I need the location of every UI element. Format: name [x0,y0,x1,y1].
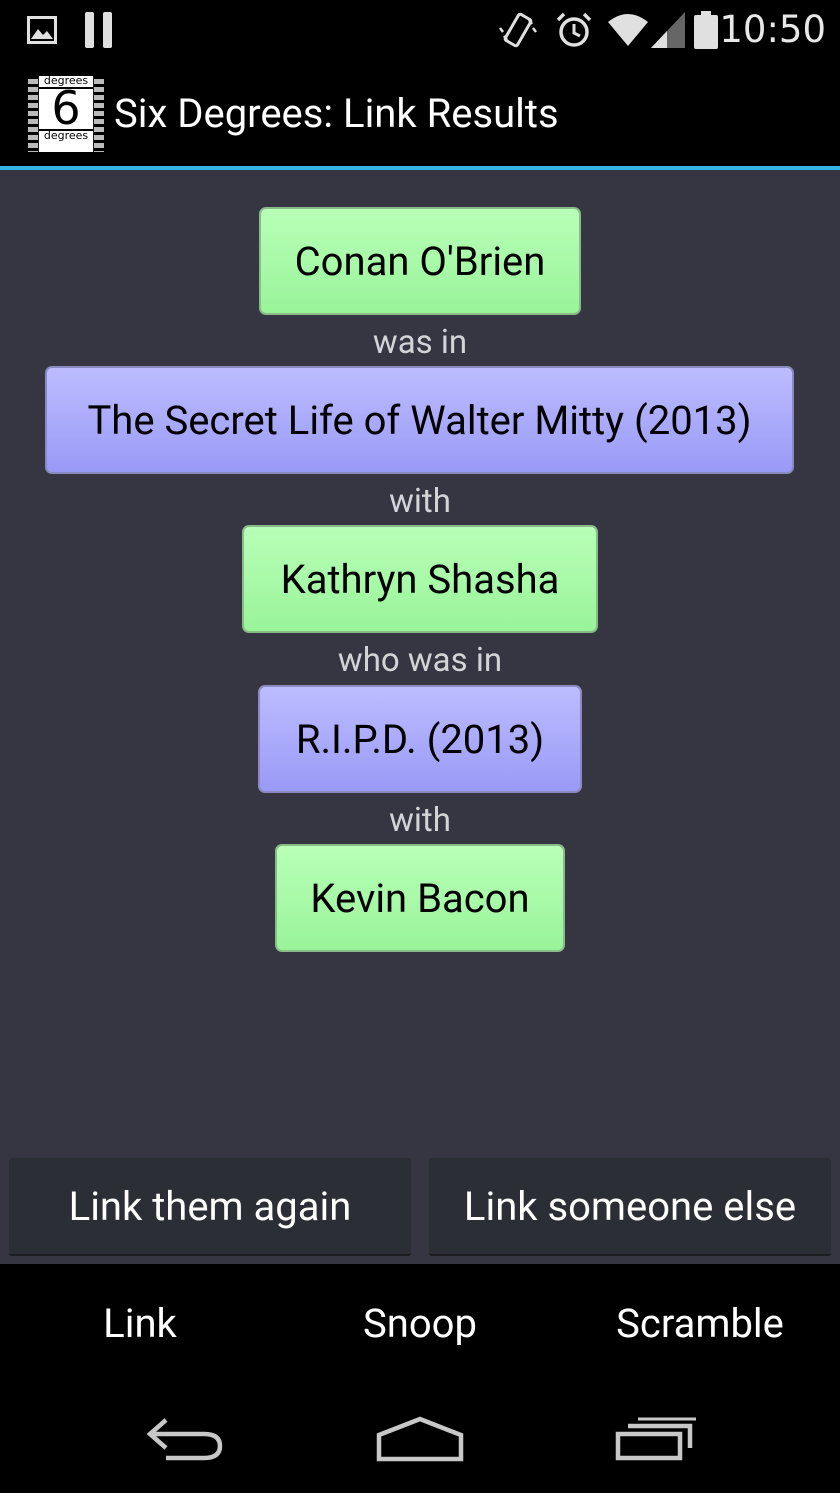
movie-node-walter-mitty[interactable]: The Secret Life of Walter Mitty (2013) [45,366,794,474]
tab-snoop[interactable]: Snoop [280,1264,560,1384]
app-logo-icon[interactable]: degrees 6 degrees [28,76,104,152]
actor-node-conan-obrien[interactable]: Conan O'Brien [259,207,581,315]
link-results-content: Conan O'Brien was in The Secret Life of … [0,170,840,1264]
connector-label: with [389,801,451,840]
tab-bar: Link Snoop Scramble [0,1264,840,1384]
actor-node-kevin-bacon[interactable]: Kevin Bacon [275,844,565,952]
connector-label: with [389,482,451,521]
connector-label: was in [372,323,468,362]
actor-node-kathryn-shasha[interactable]: Kathryn Shasha [242,525,598,633]
alarm-icon [554,0,594,60]
page-title: Six Degrees: Link Results [114,90,559,137]
home-icon[interactable] [320,1384,520,1493]
gallery-icon [26,0,58,60]
tab-link[interactable]: Link [0,1264,280,1384]
recent-apps-icon[interactable] [556,1384,756,1493]
tab-scramble[interactable]: Scramble [560,1264,840,1384]
signal-icon [650,0,686,60]
connector-label: who was in [337,641,503,680]
action-bar: degrees 6 degrees Six Degrees: Link Resu… [0,60,840,170]
link-them-again-button[interactable]: Link them again [9,1158,411,1256]
battery-icon [692,0,720,60]
status-time: 10:50 [719,8,826,51]
pause-icon [84,0,114,60]
movie-node-ripd[interactable]: R.I.P.D. (2013) [258,685,582,793]
back-icon[interactable] [86,1384,286,1493]
status-bar: 10:50 [0,0,840,60]
logo-bottom-label: degrees [43,129,89,142]
wifi-icon [606,0,650,60]
navigation-bar [0,1384,840,1493]
vibrate-icon [498,0,538,60]
logo-digit: 6 [51,81,81,135]
link-someone-else-button[interactable]: Link someone else [429,1158,831,1256]
